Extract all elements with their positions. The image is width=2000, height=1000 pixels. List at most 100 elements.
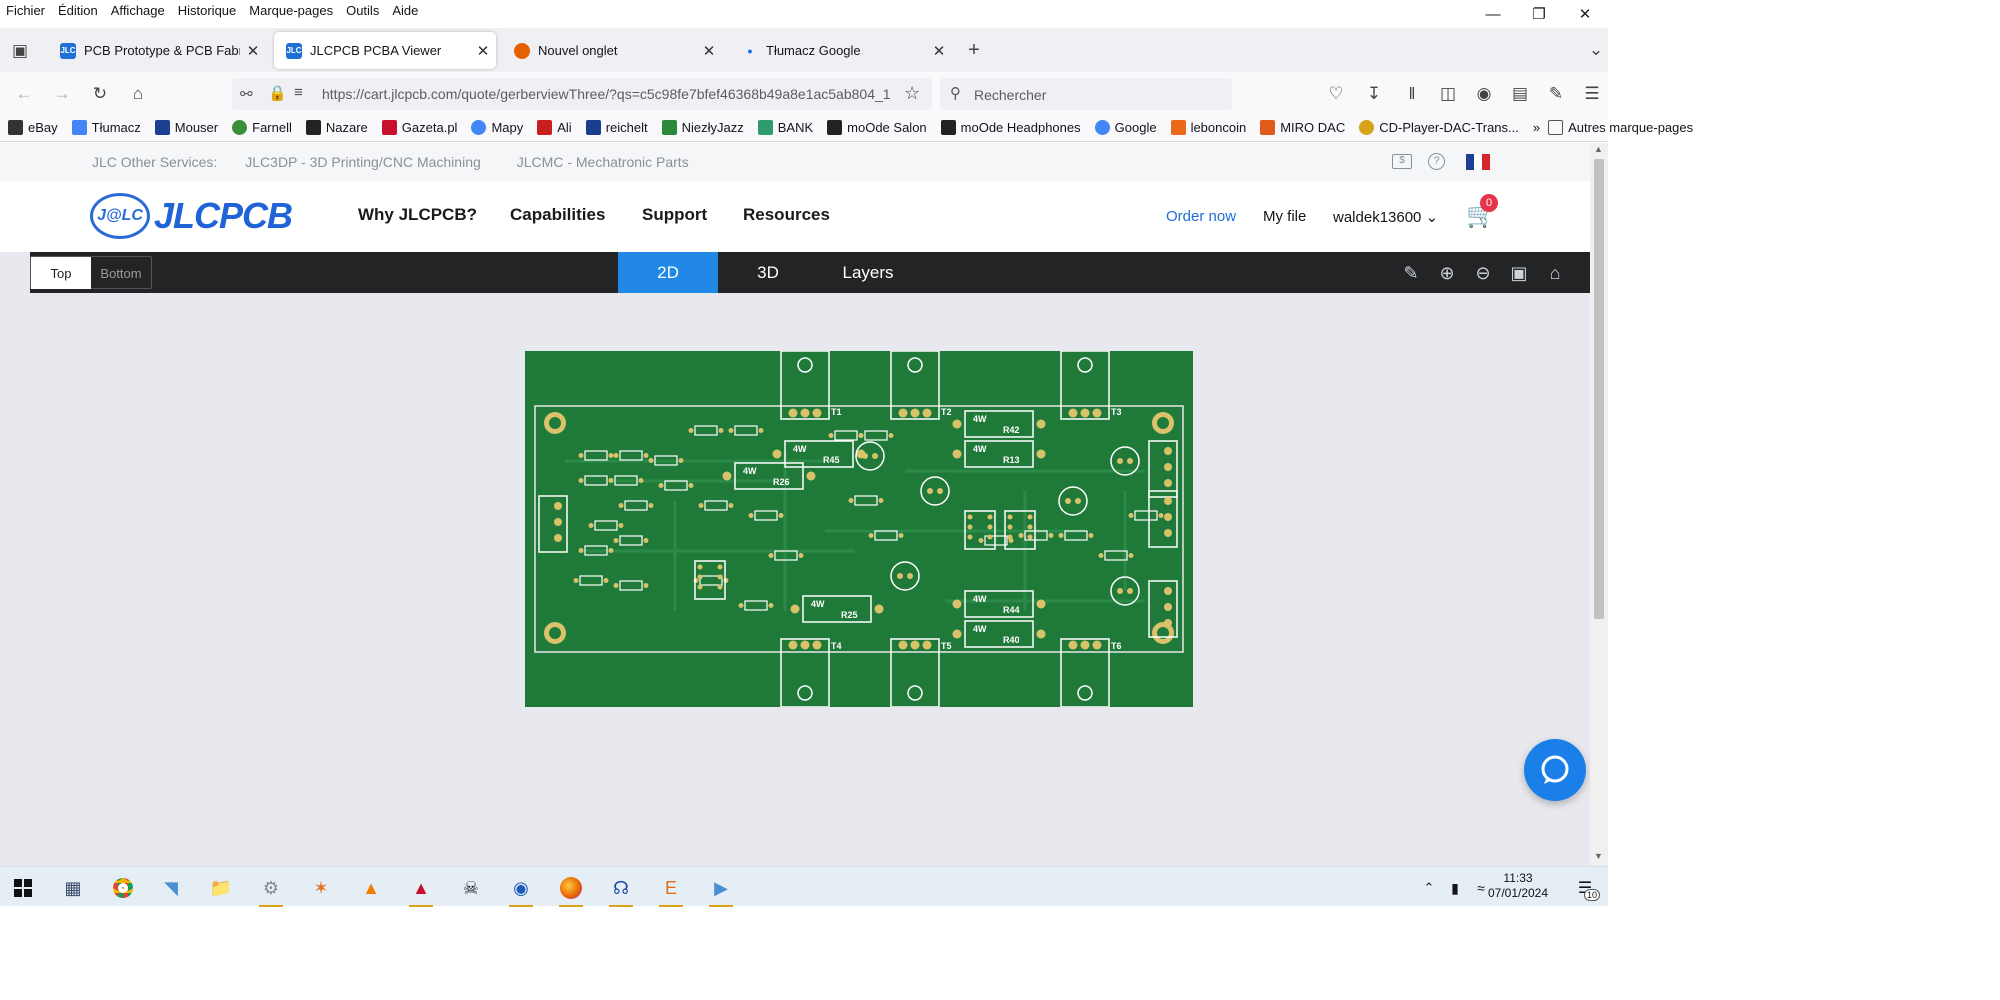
back-icon[interactable]: ← — [10, 80, 38, 108]
url-text[interactable]: https://cart.jlcpcb.com/quote/gerberview… — [322, 86, 902, 102]
search-input[interactable]: ⚲ Rechercher — [940, 78, 1232, 110]
nav-support[interactable]: Support — [642, 205, 707, 225]
tab-pcba-viewer[interactable]: JLC JLCPCB PCBA Viewer ✕ — [274, 32, 496, 69]
bookmark-ebay[interactable]: eBay — [8, 120, 58, 135]
tab-nouvel-onglet[interactable]: Nouvel onglet ✕ — [502, 32, 722, 69]
help-icon[interactable]: ? — [1428, 153, 1445, 170]
acrobat-icon[interactable]: ▲ — [406, 873, 436, 907]
library-icon[interactable]: ‖ — [1398, 80, 1426, 108]
account-icon[interactable]: ◉ — [1470, 80, 1498, 108]
shield-icon[interactable]: ⚯ — [240, 85, 253, 103]
scrollbar-thumb[interactable] — [1594, 159, 1604, 619]
reload-icon[interactable]: ↻ — [86, 80, 114, 108]
vlc-icon[interactable]: ▲ — [356, 873, 386, 903]
tab-list-icon[interactable]: ▣ — [6, 37, 34, 65]
bookmark-farnell[interactable]: Farnell — [232, 120, 292, 135]
pocket-icon[interactable]: ♡ — [1322, 80, 1350, 108]
restore-icon[interactable]: ❐ — [1516, 0, 1562, 28]
bookmark-nazare[interactable]: Nazare — [305, 120, 368, 135]
media-icon[interactable]: ✶ — [306, 873, 336, 903]
bookmark-mapy[interactable]: Mapy — [471, 120, 523, 135]
chevron-down-icon[interactable]: ⌄ — [1582, 36, 1610, 64]
ruler-icon[interactable]: ✎ — [1398, 260, 1424, 286]
windows-start-icon[interactable] — [8, 873, 38, 903]
sidebar-icon[interactable]: ◫ — [1434, 80, 1462, 108]
firefox-icon[interactable] — [556, 873, 586, 907]
order-now-link[interactable]: Order now — [1166, 208, 1236, 225]
bookmark-moode-headphones[interactable]: moOde Headphones — [940, 120, 1081, 135]
star-icon[interactable]: ☆ — [904, 83, 920, 104]
new-tab-icon[interactable]: + — [960, 36, 988, 64]
bookmark-google[interactable]: Google — [1094, 120, 1157, 135]
services-link-jlcmc[interactable]: JLCMC - Mechatronic Parts — [517, 154, 689, 170]
close-window-icon[interactable]: ✕ — [1562, 0, 1608, 28]
download-icon[interactable]: ↧ — [1360, 80, 1388, 108]
url-bar[interactable]: ⚯ 🔒 ≡ https://cart.jlcpcb.com/quote/gerb… — [232, 78, 932, 110]
tab-pcb-prototype[interactable]: JLC PCB Prototype & PCB Fabricati ✕ — [48, 32, 266, 69]
system-clock[interactable]: 11:33 07/01/2024 — [1478, 871, 1558, 901]
tool-icon[interactable]: ⚙ — [256, 873, 286, 907]
menu-edition[interactable]: Édition — [52, 3, 105, 18]
menu-aide[interactable]: Aide — [386, 3, 425, 18]
minimize-icon[interactable]: — — [1470, 0, 1516, 28]
mode-layers-button[interactable]: Layers — [818, 252, 918, 293]
video-icon[interactable]: ▶ — [706, 873, 736, 907]
file-explorer-icon[interactable]: 📁 — [206, 873, 236, 903]
pcb-preview[interactable]: T1 T2 T3 T4 T5 T6 4W R42 4W R13 4W R26 4W R25 4W R44 4W R… — [525, 350, 1193, 708]
bookmark-mouser[interactable]: Mouser — [154, 120, 218, 135]
bookmark-miro-dac[interactable]: MIRO DAC — [1260, 120, 1345, 135]
menu-historique[interactable]: Historique — [172, 3, 244, 18]
bookmark-gazeta[interactable]: Gazeta.pl — [381, 120, 457, 135]
services-link-3dp[interactable]: JLC3DP - 3D Printing/CNC Machining — [245, 154, 481, 170]
mode-2d-button[interactable]: 2D — [618, 252, 718, 293]
home-view-icon[interactable]: ⌂ — [1542, 260, 1568, 286]
menu-fichier[interactable]: Fichier — [0, 3, 52, 18]
layer-top-button[interactable]: Top — [31, 257, 91, 289]
menu-outils[interactable]: Outils — [340, 3, 386, 18]
bookmark-leboncoin[interactable]: leboncoin — [1170, 120, 1246, 135]
chat-support-button[interactable] — [1524, 739, 1586, 801]
bookmark-tlumacz[interactable]: Tłumacz — [71, 120, 141, 135]
page-scrollbar[interactable]: ▲ ▼ — [1590, 143, 1608, 866]
scroll-down-icon[interactable]: ▼ — [1594, 851, 1603, 861]
close-tab-icon[interactable]: ✕ — [470, 42, 496, 60]
sketch-icon[interactable]: ◥ — [156, 873, 186, 903]
tab-tlumacz-google[interactable]: • Tłumacz Google ✕ — [730, 32, 952, 69]
currency-icon[interactable]: $ — [1392, 154, 1412, 169]
home-icon[interactable]: ⌂ — [124, 80, 152, 108]
nav-capabilities[interactable]: Capabilities — [510, 205, 605, 225]
user-menu[interactable]: waldek13600 ⌄ — [1333, 208, 1438, 226]
fit-view-icon[interactable]: ▣ — [1506, 260, 1532, 286]
permissions-icon[interactable]: ≡ — [294, 84, 303, 101]
bookmark-niezlyjazz[interactable]: NiezłyJazz — [661, 120, 744, 135]
zoom-in-icon[interactable]: ⊕ — [1434, 260, 1460, 286]
lock-icon[interactable]: 🔒 — [268, 84, 287, 102]
app-icon[interactable]: ◉ — [506, 873, 536, 907]
container-icon[interactable]: ▤ — [1506, 80, 1534, 108]
close-tab-icon[interactable]: ✕ — [240, 42, 266, 60]
nav-resources[interactable]: Resources — [743, 205, 830, 225]
hamburger-menu-icon[interactable]: ☰ — [1578, 80, 1606, 108]
layer-bottom-button[interactable]: Bottom — [91, 257, 151, 289]
bookmark-bank[interactable]: BANK — [757, 120, 813, 135]
headphones-icon[interactable]: ☊ — [606, 873, 636, 907]
bookmark-cd-player[interactable]: CD-Player-DAC-Trans... — [1359, 120, 1519, 135]
bookmark-moode-salon[interactable]: moOde Salon — [827, 120, 927, 135]
close-tab-icon[interactable]: ✕ — [696, 42, 722, 60]
menu-marque-pages[interactable]: Marque-pages — [243, 3, 340, 18]
easyeda-icon[interactable]: E — [656, 873, 686, 907]
bookmark-reichelt[interactable]: reichelt — [585, 120, 648, 135]
my-file-link[interactable]: My file — [1263, 208, 1306, 225]
calculator-icon[interactable]: ▦ — [58, 873, 88, 903]
forward-icon[interactable]: → — [48, 80, 76, 108]
mode-3d-button[interactable]: 3D — [718, 252, 818, 293]
menu-affichage[interactable]: Affichage — [105, 3, 172, 18]
bookmark-folder-other[interactable]: Autres marque-pages — [1548, 120, 1693, 135]
bookmarks-overflow-icon[interactable]: » — [1533, 120, 1540, 135]
scroll-up-icon[interactable]: ▲ — [1594, 144, 1603, 154]
flag-france-icon[interactable] — [1466, 154, 1490, 170]
jlcpcb-logo[interactable]: J@LC JLCPCB — [90, 193, 293, 239]
bookmark-ali[interactable]: Ali — [537, 120, 572, 135]
extensions-icon[interactable]: ✎ — [1542, 80, 1570, 108]
zoom-out-icon[interactable]: ⊖ — [1470, 260, 1496, 286]
